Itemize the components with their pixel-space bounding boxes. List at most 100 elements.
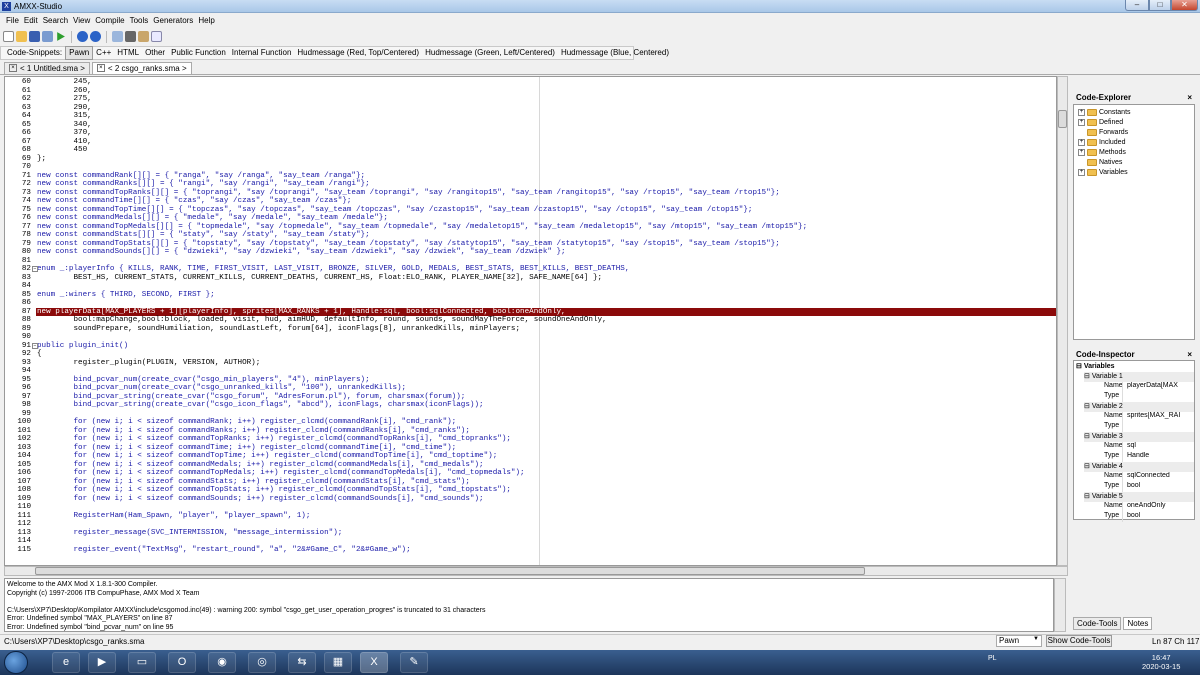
menu-help[interactable]: Help [198, 16, 214, 25]
tree-item-methods[interactable]: + Methods [1078, 147, 1126, 157]
select-all-icon[interactable] [151, 31, 162, 42]
close-icon[interactable]: × [1187, 92, 1192, 103]
inspector-row-name[interactable]: Name sqlConnected [1084, 472, 1194, 482]
inspector-row-type[interactable]: Type bool [1084, 512, 1194, 522]
property-value[interactable]: playerData[MAX [1122, 382, 1194, 392]
menu-generators[interactable]: Generators [153, 16, 193, 25]
property-value[interactable]: sql [1122, 442, 1194, 452]
fold-toggle-icon[interactable]: − [32, 266, 38, 272]
inspector-row-name[interactable]: Name sql [1084, 442, 1194, 452]
run-icon[interactable] [57, 32, 65, 41]
cut-icon[interactable] [125, 31, 136, 42]
chevron-down-icon[interactable]: ▼ [1033, 636, 1039, 642]
network-icon[interactable]: ▦ [324, 652, 352, 673]
inspector-row-type[interactable]: Type Handle [1084, 452, 1194, 462]
tree-item-variables[interactable]: + Variables [1078, 167, 1128, 177]
minimize-button[interactable]: – [1125, 0, 1149, 11]
menu-file[interactable]: File [6, 16, 19, 25]
expand-icon[interactable]: + [1078, 148, 1085, 156]
inspector-row-name[interactable]: Name sprites[MAX_RAI [1084, 412, 1194, 422]
steam-icon[interactable]: ◎ [248, 652, 276, 673]
expand-icon[interactable]: + [1078, 168, 1085, 176]
inspector-variable-group[interactable]: ⊟ Variable 3 [1084, 432, 1194, 442]
close-button[interactable]: ✕ [1171, 0, 1198, 11]
property-value[interactable]: oneAndOnly [1122, 502, 1194, 512]
property-value[interactable]: bool [1122, 482, 1194, 492]
editor-vertical-scroll-thumb[interactable] [1058, 110, 1067, 128]
opera-icon[interactable]: O [168, 652, 196, 673]
snippet-tab-html[interactable]: HTML [114, 47, 142, 59]
inspector-variable-group[interactable]: ⊟ Variable 4 [1084, 462, 1194, 472]
tab-code-tools[interactable]: Code-Tools [1073, 617, 1122, 630]
property-value[interactable] [1122, 422, 1194, 432]
property-value[interactable]: bool [1122, 512, 1194, 522]
fold-toggle-icon[interactable]: − [32, 342, 38, 349]
tray-language[interactable]: PL [988, 655, 997, 662]
media-player-icon[interactable]: ▶ [88, 652, 116, 673]
snippet-hud-green[interactable]: Hudmessage (Green, Left/Centered) [422, 47, 558, 59]
inspector-variable-group[interactable]: ⊟ Variable 2 [1084, 402, 1194, 412]
undo-icon[interactable] [77, 31, 88, 42]
ie-icon[interactable]: e [52, 652, 80, 673]
tree-item-natives[interactable]: Natives [1078, 157, 1122, 167]
property-value[interactable]: sprites[MAX_RAI [1122, 412, 1194, 422]
new-file-icon[interactable] [3, 31, 14, 42]
editor-vertical-scrollbar[interactable] [1057, 76, 1068, 566]
snippet-tab-cpp[interactable]: C++ [93, 47, 114, 59]
menu-search[interactable]: Search [43, 16, 68, 25]
show-code-tools-button[interactable]: Show Code-Tools [1046, 635, 1112, 647]
start-button[interactable] [4, 651, 28, 674]
app-icon-red[interactable]: ◉ [208, 652, 236, 673]
inspector-row-type[interactable]: Type bool [1084, 482, 1194, 492]
close-tab-icon[interactable]: × [9, 64, 17, 72]
tree-item-included[interactable]: + Included [1078, 137, 1125, 147]
close-icon[interactable]: × [1187, 349, 1192, 360]
snippet-hud-red[interactable]: Hudmessage (Red, Top/Centered) [294, 47, 422, 59]
property-value[interactable] [1122, 392, 1194, 402]
tab-csgo-ranks[interactable]: × < 2 csgo_ranks.sma > [91, 62, 192, 74]
snippet-tab-other[interactable]: Other [142, 47, 168, 59]
clock[interactable]: 16:47 2020-03-15 [1142, 653, 1180, 671]
inspector-root[interactable]: ⊟ Variables [1076, 362, 1115, 370]
snippet-tab-pawn[interactable]: Pawn [65, 46, 94, 60]
menu-compile[interactable]: Compile [95, 16, 124, 25]
expand-icon[interactable]: + [1078, 138, 1085, 146]
close-tab-icon[interactable]: × [96, 64, 105, 72]
property-value[interactable]: sqlConnected [1122, 472, 1194, 482]
teamviewer-icon[interactable]: ⇆ [288, 652, 316, 673]
amxx-studio-task-icon[interactable]: X [360, 652, 388, 673]
explorer-icon[interactable]: ▭ [128, 652, 156, 673]
inspector-variable-group[interactable]: ⊟ Variable 5 [1084, 492, 1194, 502]
maximize-button[interactable]: □ [1149, 0, 1171, 11]
menu-tools[interactable]: Tools [130, 16, 149, 25]
save-icon[interactable] [29, 31, 40, 42]
editor-horizontal-scroll-thumb[interactable] [35, 567, 865, 575]
tree-item-forwards[interactable]: Forwards [1078, 127, 1128, 137]
snippet-internal-function[interactable]: Internal Function [229, 47, 295, 59]
inspector-row-type[interactable]: Type [1084, 392, 1194, 402]
tab-notes[interactable]: Notes [1123, 617, 1153, 630]
redo-icon[interactable] [90, 31, 101, 42]
property-value[interactable]: Handle [1122, 452, 1194, 462]
save-all-icon[interactable] [42, 31, 53, 42]
tab-untitled[interactable]: × < 1 Untitled.sma > [4, 62, 90, 74]
expand-icon[interactable]: + [1078, 108, 1085, 116]
copy-icon[interactable] [112, 31, 123, 42]
snippet-public-function[interactable]: Public Function [168, 47, 229, 59]
inspector-row-name[interactable]: Name oneAndOnly [1084, 502, 1194, 512]
inspector-variable-group[interactable]: ⊟ Variable 1 [1084, 372, 1194, 382]
inspector-row-type[interactable]: Type [1084, 422, 1194, 432]
code-editor[interactable]: 60 61 62 63 64 65 66 67 68 69 70 71 72 73 74 75 76 77 78 79… [4, 76, 1057, 566]
snippet-hud-blue[interactable]: Hudmessage (Blue, Centered) [558, 47, 672, 59]
expand-icon[interactable]: + [1078, 118, 1085, 126]
paste-icon[interactable] [138, 31, 149, 42]
menu-view[interactable]: View [73, 16, 90, 25]
output-scrollbar[interactable] [1054, 578, 1066, 632]
paint-icon[interactable]: ✎ [400, 652, 428, 673]
tree-item-constants[interactable]: + Constants [1078, 107, 1131, 117]
tree-item-defined[interactable]: + Defined [1078, 117, 1123, 127]
open-folder-icon[interactable] [16, 31, 27, 42]
menu-edit[interactable]: Edit [24, 16, 38, 25]
compiler-output[interactable]: Welcome to the AMX Mod X 1.8.1-300 Compi… [4, 578, 1054, 632]
inspector-row-name[interactable]: Name playerData[MAX [1084, 382, 1194, 392]
